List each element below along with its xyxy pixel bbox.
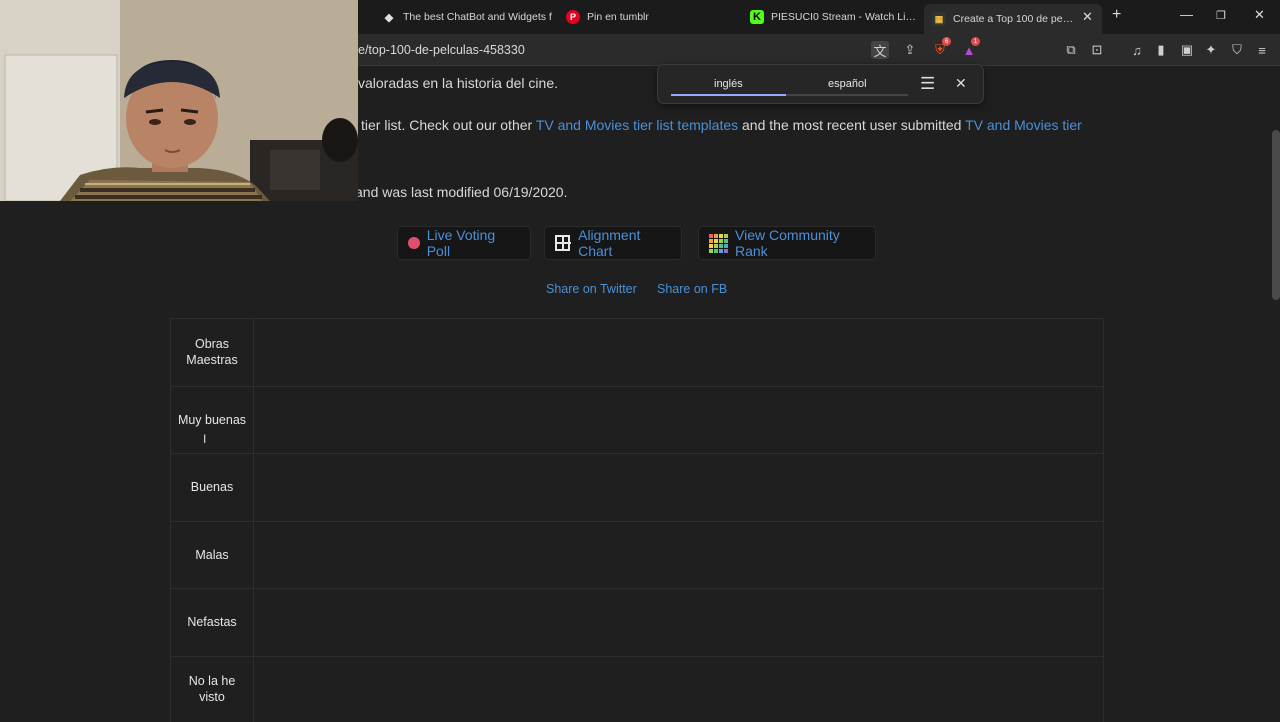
tier-list-templates-link[interactable]: TV and Movies tier list templates [536, 117, 738, 133]
tier-drop-zone[interactable] [254, 656, 1104, 722]
source-language-tab[interactable]: inglés [714, 78, 743, 90]
minimize-icon[interactable]: — [1180, 7, 1193, 22]
button-label: Live Voting Poll [426, 227, 496, 259]
tab-title: Pin en tumblr [587, 11, 649, 23]
translate-close-icon[interactable]: ✕ [955, 75, 967, 92]
shield-count-badge: 6 [942, 37, 951, 46]
button-label: Alignment Chart [578, 227, 641, 259]
alert-count-badge: 1 [971, 37, 980, 46]
tab-title: Create a Top 100 de pelcul [953, 13, 1075, 25]
description-line-1: valoradas en la historia del cine. [358, 75, 559, 91]
wallet-icon[interactable]: ▣ [1178, 41, 1196, 59]
tier-drop-zone[interactable] [254, 386, 1104, 453]
tier-row: Buenas [170, 454, 1104, 522]
tier-drop-zone[interactable] [254, 521, 1104, 588]
close-tab-icon[interactable]: ✕ [1082, 9, 1093, 25]
page-scrollbar[interactable] [1272, 130, 1280, 300]
chatbot-icon: ◆ [384, 11, 394, 24]
tier-drop-zone[interactable] [254, 589, 1104, 656]
share-fb-link[interactable]: Share on FB [657, 282, 727, 296]
tier-drop-zone[interactable] [254, 319, 1104, 386]
tab-pinterest[interactable]: P Pin en tumblr [556, 4, 726, 30]
mosaic-icon [709, 233, 728, 253]
tier-row: Malas [170, 521, 1104, 589]
screenshot-icon[interactable]: ⊡ [1088, 41, 1106, 59]
tier-list: Obras Maestras Muy buenas Buenas Malas N… [170, 318, 1104, 722]
window-close-icon[interactable]: ✕ [1254, 7, 1265, 23]
grid-icon [555, 235, 572, 251]
live-voting-poll-button[interactable]: Live Voting Poll [397, 226, 531, 260]
translate-popup: inglés español ☰ ✕ [657, 64, 984, 104]
tier-label[interactable]: Muy buenas [170, 386, 254, 453]
tier-row: No la he visto [170, 656, 1104, 722]
pinterest-icon: P [566, 10, 580, 24]
description-text: and the most recent user submitted [738, 117, 966, 133]
tier-row: Muy buenas [170, 386, 1104, 454]
tab-tiermaker[interactable]: ▦ Create a Top 100 de pelcul [924, 4, 1102, 34]
description-text: tier list. Check out our other [361, 117, 536, 133]
tier-row: Obras Maestras [170, 319, 1104, 387]
tier-label[interactable]: Nefastas [170, 589, 254, 656]
language-track [786, 94, 908, 96]
tier-row: Nefastas [170, 589, 1104, 657]
button-label: View Community Rank [735, 227, 840, 259]
translate-icon[interactable]: 文 [871, 41, 889, 59]
active-language-indicator [671, 94, 786, 96]
community-rank-button[interactable]: View Community Rank [698, 226, 876, 260]
tiermaker-icon: ▦ [932, 12, 946, 26]
share-twitter-link[interactable]: Share on Twitter [546, 282, 637, 296]
translate-menu-icon[interactable]: ☰ [920, 74, 935, 94]
media-icon[interactable]: ♫ [1128, 41, 1146, 59]
webcam-person-image [0, 0, 358, 201]
tab-kick[interactable]: K PIESUCI0 Stream - Watch Live o [740, 4, 916, 30]
target-language-tab[interactable]: español [828, 78, 867, 90]
poll-dot-icon [408, 237, 420, 249]
tier-drop-zone[interactable] [254, 454, 1104, 521]
restore-icon[interactable]: ❐ [1216, 9, 1226, 22]
new-tab-icon[interactable]: + [1112, 6, 1121, 24]
menu-icon[interactable]: ≡ [1253, 41, 1271, 59]
tab-chatbot[interactable]: ◆ The best ChatBot and Widgets f [372, 4, 552, 30]
tier-label[interactable]: Malas [170, 521, 254, 588]
leo-ai-icon[interactable]: ✦ [1202, 41, 1220, 59]
tab-title: The best ChatBot and Widgets f [403, 11, 552, 23]
sidebar-icon[interactable]: ▮ [1152, 41, 1170, 59]
kick-icon: K [750, 10, 764, 24]
vpn-icon[interactable]: ⛉ [1228, 41, 1246, 59]
text-cursor-icon: I [203, 432, 207, 446]
share-icon[interactable]: ⇪ [901, 41, 919, 59]
tier-label[interactable]: Buenas [170, 454, 254, 521]
user-submitted-link[interactable]: TV and Movies tier [965, 117, 1082, 133]
tier-label[interactable]: No la he visto [170, 656, 254, 722]
address-bar[interactable]: e/top-100-de-pelculas-458330 [358, 43, 525, 57]
description-line-2: tier list. Check out our other TV and Mo… [361, 117, 1082, 133]
tier-label[interactable]: Obras Maestras [170, 319, 254, 386]
tab-title: PIESUCI0 Stream - Watch Live o [771, 11, 916, 23]
webcam-overlay [0, 0, 358, 201]
extensions-icon[interactable]: ⧉ [1062, 41, 1080, 59]
last-modified-text: and was last modified 06/19/2020. [355, 184, 568, 200]
alignment-chart-button[interactable]: Alignment Chart [544, 226, 682, 260]
